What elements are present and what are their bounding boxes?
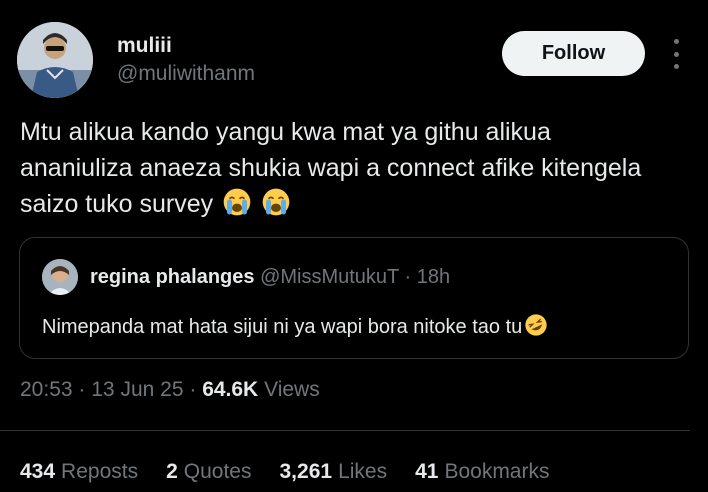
tweet-meta: 20:53 · 13 Jun 25 · 64.6K Views (20, 378, 320, 402)
author-avatar-image (17, 22, 93, 98)
tweet-time[interactable]: 20:53 (20, 378, 73, 401)
loudly-crying-face-icon (223, 188, 251, 216)
author-avatar[interactable] (17, 22, 93, 98)
quoted-timestamp[interactable]: 18h (417, 266, 450, 288)
likes-count: 3,261 (279, 460, 333, 483)
loudly-crying-face-icon (262, 188, 290, 216)
tweet-text: Mtu alikua kando yangu kwa mat ya githu … (20, 114, 670, 222)
views-label: Views (264, 378, 320, 401)
likes-stat[interactable]: 3,261 Likes (280, 460, 388, 484)
tweet-date[interactable]: 13 Jun 25 (91, 378, 183, 401)
meta-separator: · (78, 378, 86, 401)
quoted-separator: · (404, 266, 412, 288)
likes-label: Likes (338, 460, 388, 483)
bookmarks-count: 41 (415, 460, 439, 483)
meta-separator: · (189, 378, 197, 401)
rolling-on-floor-laughing-icon (525, 314, 547, 336)
reposts-stat[interactable]: 434 Reposts (20, 460, 138, 484)
bookmarks-label: Bookmarks (444, 460, 550, 483)
follow-button[interactable]: Follow (502, 31, 645, 76)
quotes-label: Quotes (183, 460, 252, 483)
quoted-avatar-image (42, 259, 78, 295)
reposts-label: Reposts (61, 460, 139, 483)
quoted-text: Nimepanda mat hata sijui ni ya wapi bora… (42, 313, 548, 339)
more-options-icon[interactable] (666, 39, 686, 69)
divider (0, 430, 690, 431)
author-name[interactable]: muliii (117, 34, 172, 58)
engagement-stats: 434 Reposts 2 Quotes 3,261 Likes 41 Bookmark… (20, 460, 549, 484)
reposts-count: 434 (20, 460, 56, 483)
quoted-tweet[interactable]: regina phalanges @MissMutukuT · 18h Nime… (19, 237, 689, 359)
quoted-author-handle[interactable]: @MissMutukuT (260, 266, 399, 288)
quoted-author-avatar[interactable] (42, 259, 78, 295)
bookmarks-stat[interactable]: 41 Bookmarks (415, 460, 549, 484)
quotes-count: 2 (166, 460, 178, 483)
tweet-body: Mtu alikua kando yangu kwa mat ya githu … (20, 118, 642, 218)
quotes-stat[interactable]: 2 Quotes (166, 460, 251, 484)
quoted-header: regina phalanges @MissMutukuT · 18h (90, 266, 450, 289)
author-handle[interactable]: @muliwithanm (117, 62, 255, 86)
quoted-author-name[interactable]: regina phalanges (90, 266, 255, 288)
quoted-body: Nimepanda mat hata sijui ni ya wapi bora… (42, 316, 523, 338)
views-count: 64.6K (202, 378, 259, 401)
